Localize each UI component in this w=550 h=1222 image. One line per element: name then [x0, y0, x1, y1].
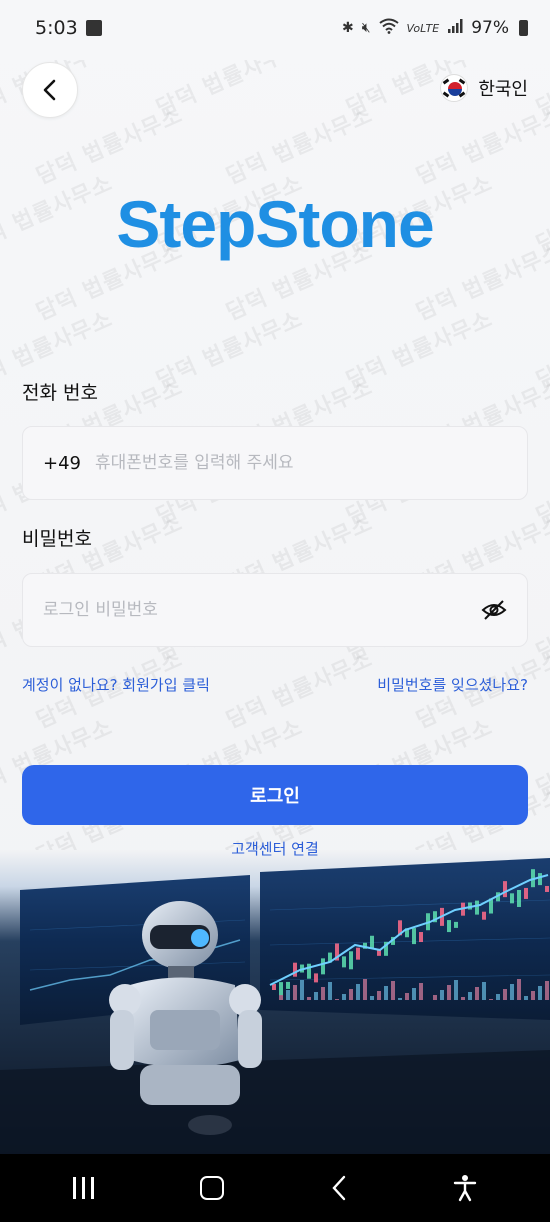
- system-navigation-bar: [0, 1154, 550, 1222]
- home-button[interactable]: [200, 1176, 225, 1200]
- eye-off-icon[interactable]: [481, 597, 507, 623]
- password-input[interactable]: [43, 600, 481, 620]
- korea-flag-icon: [440, 74, 469, 102]
- watermark-text: 담덕 법률사무소: [532, 715, 550, 802]
- wifi-icon: [378, 18, 399, 38]
- phone-field[interactable]: +49: [22, 426, 528, 500]
- watermark-text: 담덕 법률사무소: [532, 579, 550, 666]
- mute-icon: 🔇︎: [361, 20, 371, 36]
- watermark-text: 담덕 법률사무소: [412, 102, 550, 190]
- password-label: 비밀번호: [22, 528, 92, 550]
- gallery-icon: [85, 20, 102, 36]
- country-code[interactable]: +49: [43, 453, 81, 474]
- language-label: 한국인: [478, 79, 528, 100]
- login-button[interactable]: 로그인: [22, 765, 528, 825]
- accessibility-icon[interactable]: [453, 1174, 477, 1202]
- status-time: 5:03: [35, 17, 78, 39]
- chevron-left-icon: [43, 79, 56, 101]
- bluetooth-icon: ✱: [341, 20, 354, 36]
- watermark-text: 담덕 법률사무소: [532, 307, 550, 394]
- watermark-text: 담덕 법률사무소: [532, 60, 550, 122]
- watermark-text: 담덕 법률사무소: [152, 306, 307, 394]
- status-icons: ✱ 🔇︎ VoLTE 97%: [342, 18, 528, 38]
- watermark-text: 담덕 법률사무소: [152, 60, 307, 122]
- language-selector[interactable]: 한국인: [440, 74, 528, 102]
- phone-input[interactable]: [95, 453, 507, 473]
- watermark-text: 담덕 법률사무소: [222, 102, 377, 190]
- volte-icon: VoLTE: [406, 21, 440, 35]
- battery-percent: 97%: [471, 18, 509, 38]
- watermark-text: 담덕 법률사무소: [222, 646, 377, 734]
- login-screen: 담덕 법률사무소담덕 법률사무소담덕 법률사무소담덕 법률사무소담덕 법률사무소…: [0, 0, 550, 1222]
- phone-label: 전화 번호: [22, 382, 98, 404]
- password-field[interactable]: [22, 573, 528, 647]
- recent-apps-button[interactable]: [73, 1177, 95, 1199]
- watermark-text: 담덕 법률사무소: [532, 443, 550, 530]
- customer-support-link[interactable]: 고객센터 연결: [0, 838, 550, 859]
- battery-icon: [519, 20, 528, 36]
- watermark-text: 담덕 법률사무소: [342, 306, 497, 394]
- back-nav-button[interactable]: [331, 1175, 347, 1201]
- signal-icon: [447, 18, 463, 38]
- status-bar: 5:03 ✱ 🔇︎ VoLTE 97%: [0, 0, 550, 56]
- signup-link[interactable]: 계정이 없나요? 회원가입 클릭: [22, 674, 210, 695]
- hero-robot-trading-image: [0, 850, 550, 1154]
- forgot-password-link[interactable]: 비밀번호를 잊으셨나요?: [377, 674, 528, 695]
- back-button[interactable]: [22, 62, 78, 118]
- brand-logo: StepStone: [116, 187, 434, 261]
